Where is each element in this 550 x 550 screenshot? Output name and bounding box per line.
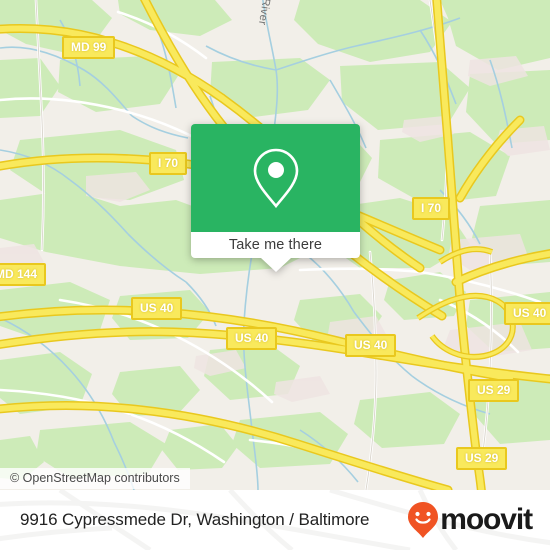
shield-i-70-east[interactable]: I 70: [412, 197, 451, 220]
footer-bar: 9916 Cypressmede Dr, Washington / Baltim…: [0, 490, 550, 550]
shield-us-40-far-east[interactable]: US 40: [504, 302, 550, 325]
location-pin-icon: [253, 148, 298, 209]
shield-md-99[interactable]: MD 99: [62, 36, 116, 59]
map-canvas[interactable]: River Take me there MD 99 I 70 I 70 MD 1…: [0, 0, 550, 490]
shield-md-144[interactable]: MD 144: [0, 263, 47, 286]
destination-callout[interactable]: Take me there: [191, 124, 360, 272]
moovit-logo[interactable]: moovit: [407, 501, 533, 539]
moovit-smiley-pin-icon: [408, 502, 439, 538]
shield-us-29-north[interactable]: US 29: [468, 379, 520, 402]
shield-us-40-west[interactable]: US 40: [131, 297, 183, 320]
shield-us-29-south[interactable]: US 29: [456, 447, 508, 470]
shield-us-40-center[interactable]: US 40: [226, 327, 278, 350]
shield-us-40-east[interactable]: US 40: [345, 334, 397, 357]
moovit-wordmark: moovit: [440, 503, 533, 536]
page-title: 9916 Cypressmede Dr, Washington / Baltim…: [20, 510, 370, 529]
take-me-there-button[interactable]: Take me there: [191, 232, 360, 258]
shield-i-70-west[interactable]: I 70: [149, 152, 188, 175]
map-screenshot: River Take me there MD 99 I 70 I 70 MD 1…: [0, 0, 550, 550]
callout-image-area: [191, 124, 360, 232]
callout-pointer: [260, 258, 291, 272]
osm-attribution[interactable]: © OpenStreetMap contributors: [0, 468, 190, 489]
